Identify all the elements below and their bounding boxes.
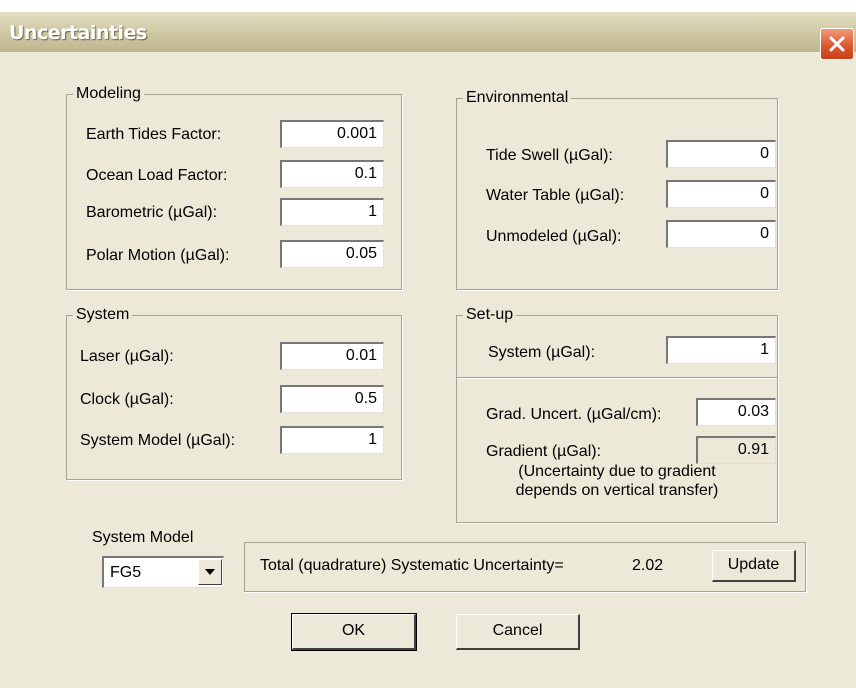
gradient-label: Gradient (µGal): — [486, 443, 602, 460]
water-table-label: Water Table (µGal): — [486, 187, 625, 204]
update-button[interactable]: Update — [712, 550, 796, 582]
modeling-legend: Modeling — [73, 84, 144, 104]
setup-legend: Set-up — [463, 305, 517, 325]
title-bar[interactable]: Uncertainties — [0, 12, 856, 60]
system-model-uncert-input[interactable]: 1 — [280, 426, 384, 454]
gradient-readonly-field: 0.91 — [696, 436, 776, 464]
total-label: Total (quadrature) Systematic Uncertaint… — [260, 557, 564, 574]
system-legend: System — [73, 305, 133, 325]
earth-tides-input[interactable]: 0.001 — [280, 120, 384, 148]
system-model-dropdown-button[interactable] — [198, 559, 222, 585]
ocean-load-input[interactable]: 0.1 — [280, 160, 384, 188]
tide-swell-input[interactable]: 0 — [666, 140, 776, 168]
laser-label: Laser (µGal): — [80, 348, 174, 365]
water-table-input[interactable]: 0 — [666, 180, 776, 208]
window-title: Uncertainties — [9, 22, 147, 44]
close-icon — [829, 36, 845, 52]
close-button[interactable] — [820, 28, 854, 60]
unmodeled-input[interactable]: 0 — [666, 220, 776, 248]
gradient-note-line-2: depends on vertical transfer) — [515, 482, 719, 499]
clock-label: Clock (µGal): — [80, 391, 174, 408]
system-model-uncert-label: System Model (µGal): — [80, 432, 236, 449]
environmental-legend: Environmental — [463, 88, 572, 108]
gradient-note-line-1: (Uncertainty due to gradient — [518, 463, 716, 480]
setup-divider — [457, 377, 777, 379]
ocean-load-label: Ocean Load Factor: — [86, 167, 228, 184]
ok-button[interactable]: OK — [291, 613, 417, 651]
system-model-selected: FG5 — [110, 564, 142, 581]
laser-input[interactable]: 0.01 — [280, 342, 384, 370]
system-model-select-label: System Model — [92, 529, 194, 546]
tide-swell-label: Tide Swell (µGal): — [486, 147, 613, 164]
unmodeled-label: Unmodeled (µGal): — [486, 228, 622, 245]
clock-input[interactable]: 0.5 — [280, 385, 384, 413]
cancel-button[interactable]: Cancel — [456, 614, 580, 650]
polar-motion-label: Polar Motion (µGal): — [86, 247, 230, 264]
earth-tides-label: Earth Tides Factor: — [86, 126, 222, 143]
chevron-down-icon — [205, 569, 215, 575]
barometric-input[interactable]: 1 — [280, 198, 384, 226]
barometric-label: Barometric (µGal): — [86, 204, 218, 221]
system-model-select[interactable]: FG5 — [102, 556, 224, 588]
total-value: 2.02 — [632, 557, 664, 574]
grad-uncert-input[interactable]: 0.03 — [696, 398, 776, 426]
setup-system-label: System (µGal): — [488, 344, 596, 361]
setup-system-input[interactable]: 1 — [666, 336, 776, 364]
grad-uncert-label: Grad. Uncert. (µGal/cm): — [486, 406, 662, 423]
polar-motion-input[interactable]: 0.05 — [280, 240, 384, 268]
